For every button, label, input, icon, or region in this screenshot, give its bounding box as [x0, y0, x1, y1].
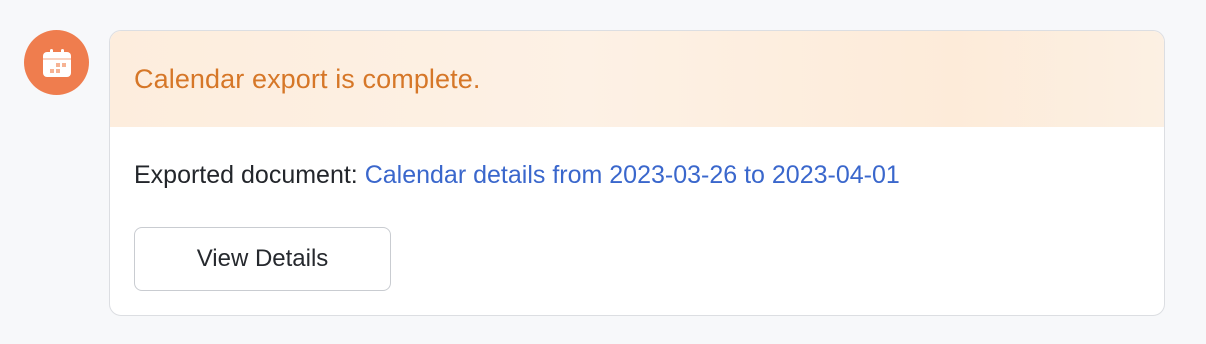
- calendar-icon: [42, 48, 71, 77]
- view-details-button[interactable]: View Details: [134, 227, 391, 291]
- notification-header: Calendar export is complete.: [110, 31, 1164, 127]
- exported-document-label: Exported document:: [134, 161, 365, 189]
- notification-body: Exported document: Calendar details from…: [110, 127, 1164, 291]
- exported-document-link[interactable]: Calendar details from 2023-03-26 to 2023…: [365, 161, 900, 189]
- calendar-avatar: [24, 30, 89, 95]
- notification-card: Calendar export is complete. Exported do…: [109, 30, 1165, 316]
- notification-title: Calendar export is complete.: [134, 63, 481, 94]
- exported-document-line: Exported document: Calendar details from…: [134, 159, 1164, 191]
